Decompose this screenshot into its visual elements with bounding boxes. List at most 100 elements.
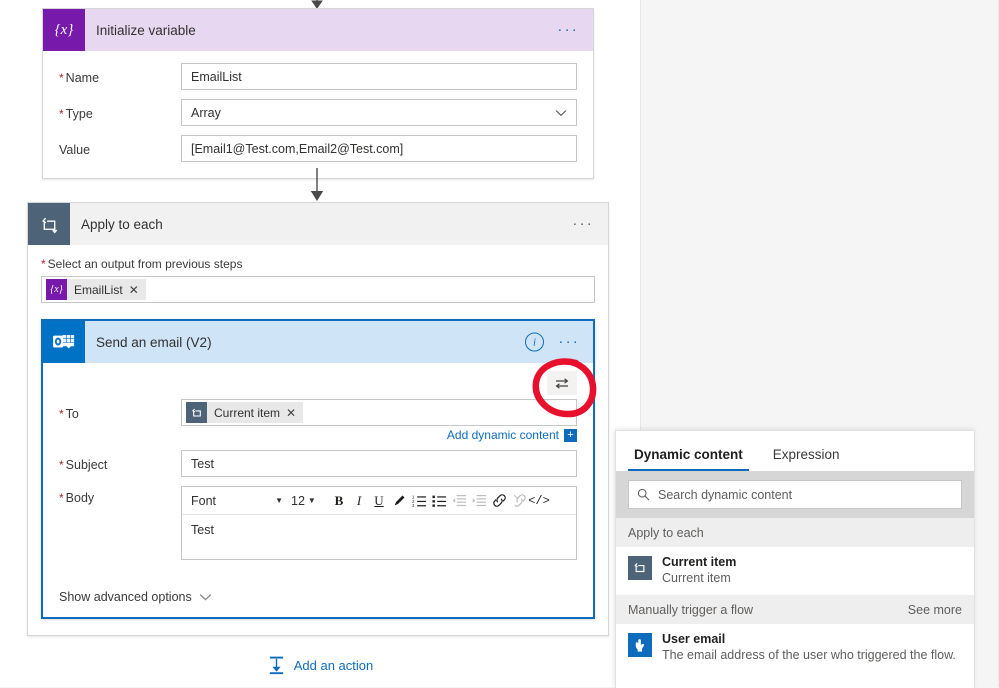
- dynamic-content-item-user-email[interactable]: User email The email address of the user…: [616, 624, 974, 672]
- tab-dynamic-content[interactable]: Dynamic content: [628, 447, 749, 471]
- info-icon[interactable]: i: [525, 332, 544, 352]
- item-title: Current item: [662, 555, 737, 569]
- bold-button[interactable]: B: [329, 490, 349, 512]
- add-dynamic-content-link[interactable]: Add dynamic content: [447, 428, 559, 442]
- form-row-value: Value [Email1@Test.com,Email2@Test.com]: [59, 135, 577, 162]
- card-body-send-an-email: To Current item ✕: [43, 363, 593, 576]
- token-remove-icon[interactable]: ✕: [129, 284, 139, 296]
- swap-arrows-glyph: [555, 377, 569, 389]
- loop-arrows-icon: [634, 562, 645, 573]
- decrease-indent-glyph: [452, 495, 466, 507]
- item-description: The email address of the user who trigge…: [662, 648, 956, 662]
- dynamic-content-item-current-item[interactable]: Current item Current item: [616, 547, 974, 595]
- card-overflow-menu-send-an-email[interactable]: ···: [558, 334, 580, 349]
- dynamic-content-group-header-manually-trigger: Manually trigger a flow See more: [616, 595, 974, 624]
- input-to[interactable]: Current item ✕: [181, 399, 577, 426]
- loop-icon: [628, 556, 652, 580]
- show-advanced-options-label: Show advanced options: [59, 590, 192, 604]
- numbered-list-icon[interactable]: 1 2 3: [409, 490, 429, 512]
- chevron-down-icon: ▼: [307, 496, 316, 505]
- link-icon[interactable]: [489, 490, 509, 512]
- form-row-type: Type Array: [59, 99, 577, 126]
- code-view-button[interactable]: </>: [528, 490, 550, 512]
- card-icon-wrapper: [43, 321, 85, 363]
- dynamic-content-search-wrap: Search dynamic content: [616, 471, 974, 518]
- swap-row: [59, 371, 577, 396]
- label-body: Body: [59, 486, 181, 505]
- bulleted-list-glyph: [431, 495, 446, 507]
- rte-content-area[interactable]: Test: [182, 515, 576, 559]
- card-header-apply-to-each[interactable]: Apply to each ···: [28, 203, 608, 245]
- item-description: Current item: [662, 571, 731, 585]
- input-subject[interactable]: Test: [181, 450, 577, 477]
- dynamic-content-group-header-apply-to-each: Apply to each: [616, 518, 974, 547]
- numbered-list-glyph: 1 2 3: [412, 494, 426, 508]
- add-an-action-label: Add an action: [293, 657, 374, 673]
- token-remove-icon[interactable]: ✕: [286, 407, 296, 419]
- card-icon-wrapper: [28, 203, 70, 245]
- label-value: Value: [59, 142, 91, 157]
- bulleted-list-icon[interactable]: [429, 490, 449, 512]
- font-color-pen-icon[interactable]: [389, 490, 409, 512]
- loop-arrows-icon: [41, 217, 57, 234]
- increase-indent-icon: [469, 490, 489, 512]
- loop-arrows-icon: [191, 408, 201, 417]
- add-an-action-button[interactable]: Add an action: [0, 655, 640, 675]
- underline-button[interactable]: U: [369, 490, 389, 512]
- dynamic-content-tabs: Dynamic content Expression: [616, 431, 974, 471]
- add-action-icon: [269, 656, 283, 675]
- token-current-item[interactable]: Current item ✕: [186, 402, 304, 423]
- action-card-send-an-email[interactable]: Send an email (V2) i ··· * To Current it…: [41, 319, 595, 619]
- input-variable-value[interactable]: [Email1@Test.com,Email2@Test.com]: [181, 135, 577, 162]
- form-row-subject: Subject Test: [59, 450, 577, 477]
- link-glyph: [492, 494, 506, 507]
- swap-arrows-icon[interactable]: [547, 371, 577, 395]
- unlink-glyph: [513, 494, 526, 507]
- card-title-send-an-email: Send an email (V2): [96, 334, 212, 350]
- token-emaillist[interactable]: {x} EmailList ✕: [46, 279, 146, 300]
- select-variable-type-value: Array: [191, 105, 221, 120]
- form-row-name: Name EmailList: [59, 63, 577, 90]
- dynamic-content-panel: Dynamic content Expression Search dynami…: [615, 430, 975, 688]
- dynamic-content-item-text: User email The email address of the user…: [662, 632, 956, 663]
- card-header-send-an-email[interactable]: Send an email (V2) i ···: [43, 321, 593, 363]
- tab-expression[interactable]: Expression: [767, 447, 846, 471]
- action-card-initialize-variable[interactable]: {x} Initialize variable ··· Name EmailLi…: [42, 8, 594, 179]
- input-variable-name[interactable]: EmailList: [181, 63, 577, 90]
- add-dynamic-content-plus-icon[interactable]: +: [564, 428, 577, 442]
- search-dynamic-content-field[interactable]: Search dynamic content: [628, 480, 962, 509]
- loop-icon: [28, 203, 70, 245]
- card-body-initialize-variable: Name EmailList Type Array Value [Email1@…: [43, 51, 593, 178]
- show-advanced-options-row[interactable]: Show advanced options: [43, 576, 593, 617]
- card-body-apply-to-each: Select an output from previous steps {x}…: [28, 245, 608, 635]
- search-dynamic-content-placeholder: Search dynamic content: [658, 487, 793, 502]
- select-variable-type[interactable]: Array: [181, 99, 577, 126]
- card-overflow-menu-initialize-variable[interactable]: ···: [557, 22, 579, 37]
- form-row-body: Body Font ▼ 12 ▼: [59, 486, 577, 560]
- card-title-initialize-variable: Initialize variable: [96, 22, 196, 38]
- italic-button[interactable]: I: [349, 490, 369, 512]
- item-title: User email: [662, 632, 726, 646]
- input-select-output[interactable]: {x} EmailList ✕: [41, 276, 595, 303]
- manual-trigger-hand-icon: [628, 633, 652, 657]
- rich-text-editor-body[interactable]: Font ▼ 12 ▼ B I U 1 2 3 </> Test: [181, 486, 577, 560]
- font-family-dropdown[interactable]: Font ▼: [185, 494, 287, 508]
- rte-toolbar: Font ▼ 12 ▼ B I U 1 2 3 </>: [182, 487, 576, 515]
- font-size-dropdown[interactable]: 12 ▼: [287, 494, 329, 508]
- card-icon-wrapper: {x}: [43, 9, 85, 51]
- card-title-apply-to-each: Apply to each: [81, 216, 163, 232]
- add-dynamic-content-row: Add dynamic content +: [59, 428, 577, 442]
- card-overflow-menu-apply-to-each[interactable]: ···: [572, 216, 594, 231]
- action-card-apply-to-each[interactable]: Apply to each ··· Select an output from …: [27, 202, 609, 636]
- svg-text:3: 3: [412, 503, 415, 508]
- dynamic-content-item-text: Current item Current item: [662, 555, 736, 586]
- font-size-value: 12: [291, 493, 305, 508]
- card-header-initialize-variable[interactable]: {x} Initialize variable ···: [43, 9, 593, 51]
- unlink-icon: [509, 490, 529, 512]
- token-label: EmailList: [74, 282, 123, 297]
- label-name: Name: [59, 69, 181, 85]
- chevron-down-icon: [199, 593, 211, 600]
- group-see-more[interactable]: See more: [908, 603, 962, 617]
- hand-pointer-glyph: [635, 638, 644, 652]
- increase-indent-glyph: [472, 495, 486, 507]
